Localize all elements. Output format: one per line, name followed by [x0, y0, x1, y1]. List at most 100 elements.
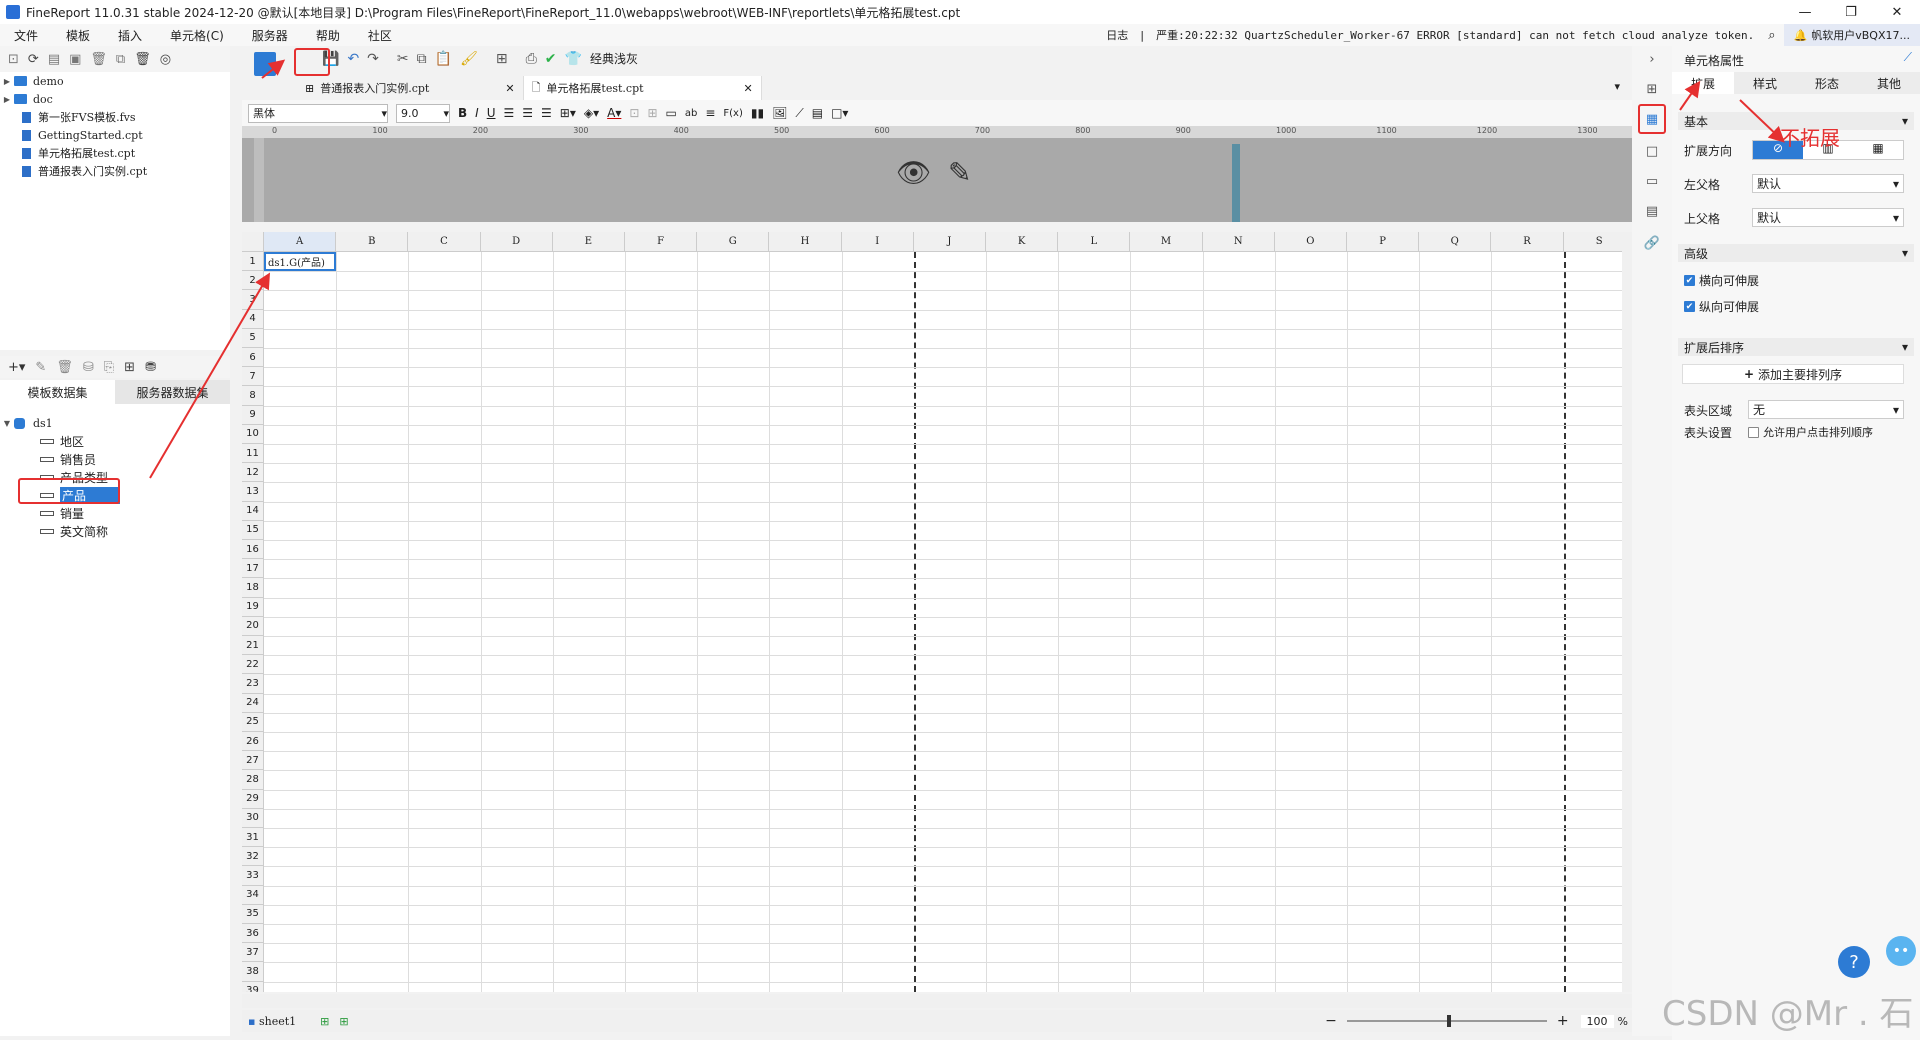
menu-help[interactable]: 帮助 [302, 27, 354, 44]
close-tab-icon[interactable]: ✕ [744, 82, 753, 95]
row-header[interactable]: 20 [242, 616, 264, 636]
row-header[interactable]: 6 [242, 348, 264, 368]
underline-icon[interactable]: U [487, 106, 496, 120]
menu-community[interactable]: 社区 [354, 27, 406, 44]
column-header[interactable]: F [625, 232, 698, 252]
tree-item-basic-report[interactable]: 普通报表入门实例.cpt [0, 162, 230, 180]
zoom-slider[interactable] [1346, 1015, 1547, 1027]
slash-icon[interactable]: ⟋ [795, 106, 803, 121]
row-header[interactable]: 28 [242, 770, 264, 790]
pin-icon[interactable]: ⟋ [1904, 50, 1912, 65]
section-advanced[interactable]: 高级 ▾ [1678, 244, 1914, 262]
column-header[interactable]: R [1491, 232, 1564, 252]
delete-icon[interactable]: 🗑 [56, 360, 73, 375]
header-area-select[interactable]: 无 ▾ [1748, 400, 1904, 419]
add-sort-button[interactable]: + 添加主要排列序 [1682, 364, 1904, 384]
font-size-select[interactable]: 9.0 ▾ [396, 103, 450, 123]
zoom-in-icon[interactable]: + [1557, 1013, 1569, 1029]
chat-icon[interactable]: •• [1886, 936, 1916, 966]
trash-icon[interactable]: 🗑 [134, 52, 151, 67]
search-icon[interactable]: ⌕ [1760, 28, 1783, 43]
row-header[interactable]: 1 [242, 252, 264, 272]
column-header[interactable]: Q [1419, 232, 1492, 252]
rich-text-icon[interactable]: ≡ [705, 106, 715, 120]
database-icon[interactable]: ⛁ [83, 360, 94, 375]
hyperlink-icon[interactable]: 🔗 [1643, 236, 1661, 252]
chk-vertical-expand[interactable]: ✔ 纵向可伸展 [1684, 298, 1759, 315]
font-color-icon[interactable]: A▾ [607, 106, 621, 120]
delete-icon[interactable]: 🗑 [90, 52, 107, 67]
row-header[interactable]: 9 [242, 405, 264, 425]
dataset-ds1[interactable]: ▼ ds1 [0, 414, 230, 432]
row-header[interactable]: 38 [242, 962, 264, 982]
row-header[interactable]: 31 [242, 828, 264, 848]
column-header[interactable]: M [1130, 232, 1203, 252]
checkbox-checked-icon[interactable]: ✔ [1684, 275, 1695, 286]
rename-icon[interactable]: ▤ [48, 52, 60, 67]
format-painter-icon[interactable]: 🖌 [460, 51, 478, 67]
tree-item-cell-expand[interactable]: 单元格拓展test.cpt [0, 144, 230, 162]
paste-icon[interactable]: 📋 [435, 51, 452, 67]
refresh-icon[interactable]: ⟳ [28, 52, 39, 67]
tree-item-demo[interactable]: ▶ demo [0, 72, 230, 90]
unmerge-icon[interactable]: ⊞ [647, 106, 657, 120]
column-header[interactable]: N [1202, 232, 1275, 252]
tab-template-dataset[interactable]: 模板数据集 [0, 380, 115, 404]
chart-icon[interactable]: ▮▮ [751, 106, 764, 120]
row-header[interactable]: 7 [242, 367, 264, 387]
row-header[interactable]: 35 [242, 904, 264, 924]
locate-icon[interactable]: ◎ [160, 52, 171, 67]
row-header[interactable]: 36 [242, 924, 264, 944]
align-right-icon[interactable]: ☰ [541, 106, 552, 120]
checkbox-checked-icon[interactable]: ✔ [1684, 301, 1695, 312]
chk-allow-sort[interactable]: 允许用户点击排列顺序 [1748, 424, 1873, 440]
copy-icon[interactable]: ⧉ [417, 51, 427, 67]
tab-menu-icon[interactable]: ▾ [1614, 80, 1620, 93]
bold-icon[interactable]: B [458, 106, 467, 120]
close-tab-icon[interactable]: ✕ [505, 82, 514, 95]
row-header[interactable]: 33 [242, 866, 264, 886]
left-parent-select[interactable]: 默认 ▾ [1752, 174, 1904, 193]
preview-icon[interactable]: ⎘ [104, 360, 114, 375]
expand-arrow-icon[interactable]: ▶ [0, 77, 14, 86]
menu-cell[interactable]: 单元格(C) [156, 27, 238, 44]
vertical-scrollbar[interactable] [1622, 232, 1632, 992]
theme-label[interactable]: 经典浅灰 [590, 50, 638, 67]
column-header[interactable]: G [697, 232, 770, 252]
widget-settings-icon[interactable]: ⊞ [1643, 82, 1661, 98]
row-header[interactable]: 29 [242, 789, 264, 809]
column-header[interactable]: A [264, 232, 337, 252]
server-dataset-icon[interactable]: ⊞ [124, 360, 135, 375]
row-header[interactable]: 10 [242, 424, 264, 444]
user-badge[interactable]: 🔔 帆软用户vBQX17... [1783, 24, 1920, 46]
row-header[interactable]: 22 [242, 655, 264, 675]
row-header[interactable]: 5 [242, 328, 264, 348]
row-header[interactable]: 37 [242, 943, 264, 963]
font-select[interactable]: 黑体 ▾ [248, 103, 388, 123]
collapse-arrow-icon[interactable]: ▼ [0, 419, 14, 428]
zoom-out-icon[interactable]: − [1325, 1013, 1337, 1029]
widget-icon[interactable]: ▭ [1643, 174, 1661, 190]
chk-horizontal-expand[interactable]: ✔ 横向可伸展 [1684, 272, 1759, 289]
condition-icon[interactable]: ▤ [1643, 204, 1661, 220]
row-header[interactable]: 21 [242, 636, 264, 656]
close-button[interactable]: ✕ [1874, 5, 1920, 20]
template-setting-icon[interactable]: ⊞ [496, 51, 508, 67]
spreadsheet-grid[interactable]: A B C D E F G H I J K L M N O P Q R S 1 2 3 4 5 6 7 8 9 10 11 12 13 14 15… [242, 232, 1622, 992]
hide-eye-icon[interactable]: 👁 [896, 156, 932, 189]
field-item[interactable]: 销售员 [0, 450, 230, 468]
align-left-icon[interactable]: ☰ [504, 106, 515, 120]
field-item[interactable]: 地区 [0, 432, 230, 450]
row-header[interactable]: 18 [242, 578, 264, 598]
check-icon[interactable]: ✔ [545, 51, 557, 67]
template-icon[interactable] [254, 52, 276, 76]
connection-icon[interactable]: ⛃ [145, 360, 156, 375]
menu-file[interactable]: 文件 [0, 27, 52, 44]
column-header[interactable]: D [480, 232, 553, 252]
column-header[interactable]: J [913, 232, 986, 252]
copy-icon[interactable]: ⧉ [116, 52, 125, 67]
tree-item-doc[interactable]: ▶ doc [0, 90, 230, 108]
column-header[interactable]: O [1274, 232, 1347, 252]
row-header[interactable]: 25 [242, 712, 264, 732]
tab-expand[interactable]: 扩展 [1672, 72, 1734, 94]
